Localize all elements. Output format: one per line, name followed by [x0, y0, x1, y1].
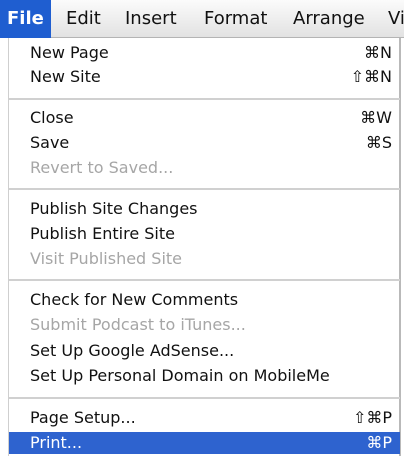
- menu-bar: File Edit Insert Format Arrange Vi: [0, 0, 404, 38]
- menu-item-label: Close: [30, 108, 74, 127]
- menu-item-check-for-new-comments[interactable]: Check for New Comments: [9, 289, 400, 311]
- menu-item-label: Publish Site Changes: [30, 199, 198, 218]
- menu-view[interactable]: Vi: [388, 0, 404, 38]
- menu-item-close[interactable]: Close ⌘W: [9, 107, 400, 129]
- menu-item-new-page[interactable]: New Page ⌘N: [9, 42, 400, 64]
- menu-item-label: Submit Podcast to iTunes...: [30, 315, 246, 334]
- menu-separator: [9, 188, 400, 190]
- menu-item-publish-entire-site[interactable]: Publish Entire Site: [9, 223, 400, 245]
- menu-item-revert-to-saved: Revert to Saved...: [9, 157, 400, 179]
- menu-item-shortcut: ⇧⌘N: [350, 67, 392, 86]
- menu-item-set-up-google-adsense[interactable]: Set Up Google AdSense...: [9, 340, 400, 362]
- menu-item-page-setup[interactable]: Page Setup... ⇧⌘P: [9, 407, 400, 429]
- menu-item-submit-podcast: Submit Podcast to iTunes...: [9, 314, 400, 336]
- menu-item-save[interactable]: Save ⌘S: [9, 132, 400, 154]
- menu-item-label: Set Up Personal Domain on MobileMe: [30, 366, 330, 385]
- menu-item-label: Save: [30, 133, 70, 152]
- menu-insert[interactable]: Insert: [125, 0, 177, 38]
- menu-separator: [9, 397, 400, 399]
- menu-edit[interactable]: Edit: [66, 0, 101, 38]
- menu-item-shortcut: ⌘W: [360, 108, 392, 127]
- menu-item-label: Check for New Comments: [30, 290, 239, 309]
- menu-item-publish-site-changes[interactable]: Publish Site Changes: [9, 198, 400, 220]
- file-menu-dropdown: New Page ⌘N New Site ⇧⌘N Close ⌘W Save ⌘…: [8, 38, 401, 456]
- menu-item-print[interactable]: Print... ⌘P: [9, 432, 400, 454]
- menu-separator: [9, 98, 400, 100]
- menu-item-label: Set Up Google AdSense...: [30, 341, 235, 360]
- menu-item-label: Visit Published Site: [30, 249, 183, 268]
- menu-file[interactable]: File: [0, 0, 51, 38]
- menu-arrange[interactable]: Arrange: [293, 0, 365, 38]
- menu-item-shortcut: ⌘N: [364, 43, 392, 62]
- menu-item-label: New Site: [30, 67, 101, 86]
- menu-item-label: New Page: [30, 43, 109, 62]
- menu-item-shortcut: ⇧⌘P: [352, 408, 392, 427]
- menu-item-set-up-personal-domain[interactable]: Set Up Personal Domain on MobileMe: [9, 365, 400, 387]
- menu-item-new-site[interactable]: New Site ⇧⌘N: [9, 66, 400, 88]
- menu-item-visit-published-site: Visit Published Site: [9, 248, 400, 270]
- menu-item-label: Revert to Saved...: [30, 158, 174, 177]
- menu-item-shortcut: ⌘S: [365, 133, 392, 152]
- menu-item-label: Print...: [30, 433, 83, 452]
- menu-item-label: Page Setup...: [30, 408, 136, 427]
- menu-separator: [9, 279, 400, 281]
- menu-format[interactable]: Format: [204, 0, 267, 38]
- menu-item-shortcut: ⌘P: [366, 433, 392, 452]
- menu-item-label: Publish Entire Site: [30, 224, 175, 243]
